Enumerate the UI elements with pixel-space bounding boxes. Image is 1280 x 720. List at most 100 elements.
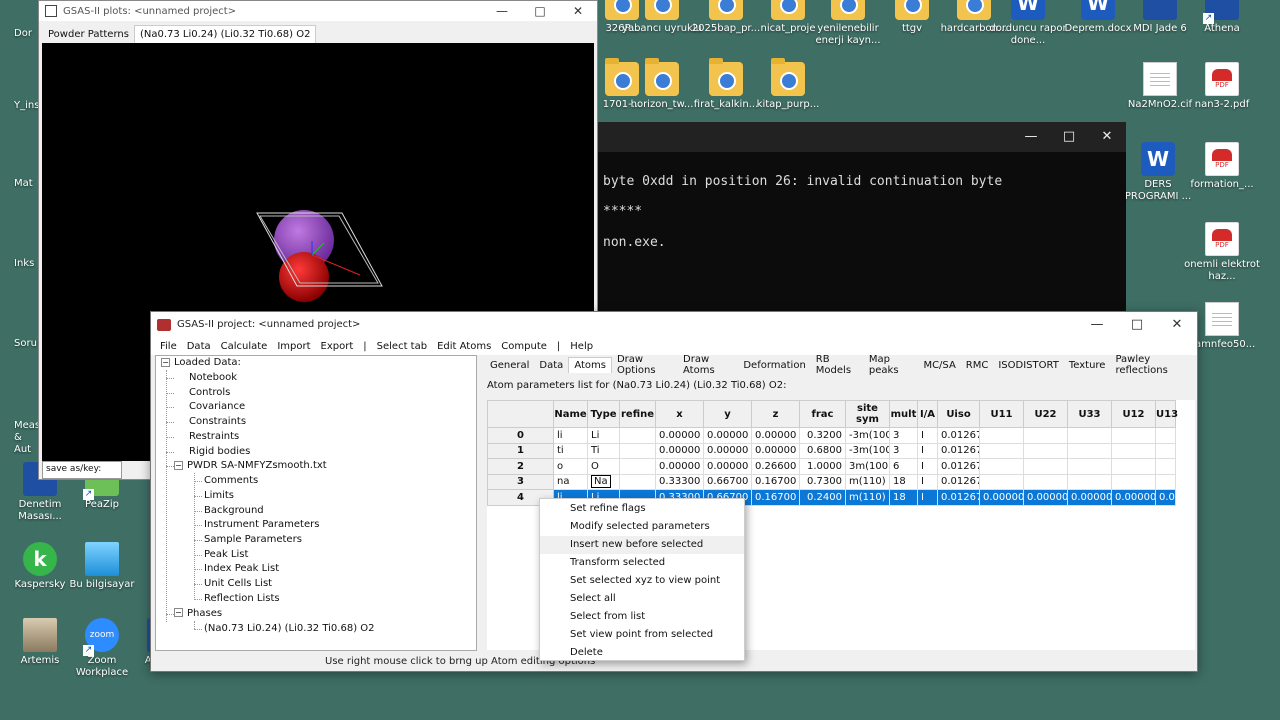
context-menu-item[interactable]: Transform selected [540, 554, 744, 572]
tree-item-phases[interactable]: − Phases [174, 607, 222, 621]
grid-cell[interactable]: 3m(100) [845, 458, 890, 475]
grid-cell[interactable]: 0.00000 [703, 442, 752, 459]
console-titlebar[interactable]: — □ ✕ [598, 122, 1126, 152]
row-header[interactable]: 2 [487, 458, 554, 475]
grid-cell[interactable] [1067, 442, 1112, 459]
save-as-key-field[interactable]: save as/key: [42, 461, 122, 479]
grid-cell[interactable]: I [917, 427, 938, 444]
tree-item[interactable]: Reflection Lists [204, 592, 280, 606]
row-header[interactable]: 3 [487, 473, 554, 490]
grid-cell[interactable]: 0.7300 [799, 473, 846, 490]
column-header[interactable]: I/A [917, 400, 938, 428]
grid-cell[interactable]: 0.00000 [703, 458, 752, 475]
grid-cell[interactable] [1023, 427, 1068, 444]
context-menu-item[interactable]: Set refine flags [540, 500, 744, 518]
grid-cell[interactable] [619, 442, 656, 459]
grid-cell[interactable]: 3 [889, 427, 918, 444]
grid-cell[interactable]: 18 [889, 489, 918, 506]
grid-cell[interactable]: 18 [889, 473, 918, 490]
maximize-button[interactable]: □ [1117, 317, 1157, 332]
table-row[interactable]: 3 na Na 0.33300 0.66700 0.16700 0.7300 m(110) 18… [487, 473, 1176, 490]
column-header[interactable]: frac [799, 400, 846, 428]
desktop-icon[interactable]: nan3-2.pdf [1182, 62, 1262, 111]
grid-cell[interactable]: 0.00000 [703, 427, 752, 444]
grid-cell[interactable] [1155, 473, 1176, 490]
grid-cell[interactable]: Na [587, 473, 620, 490]
context-menu-item[interactable]: Select from list [540, 608, 744, 626]
console-window[interactable]: — □ ✕ byte 0xdd in position 26: invalid … [598, 122, 1126, 317]
grid-cell[interactable] [979, 427, 1024, 444]
cell-editor-input[interactable]: Na [591, 475, 611, 489]
close-button[interactable]: ✕ [559, 4, 597, 18]
desktop-icon[interactable]: Athena [1182, 0, 1262, 35]
tab-texture[interactable]: Texture [1064, 358, 1111, 373]
table-row[interactable]: 1tiTi0.000000.000000.000000.6800-3m(100)… [487, 442, 1176, 459]
grid-cell[interactable]: 0.0 [1155, 489, 1176, 506]
menu-select-tab[interactable]: Select tab [372, 341, 432, 352]
grid-cell[interactable] [1067, 427, 1112, 444]
grid-cell[interactable]: 0.01267 [937, 458, 980, 475]
tab-data[interactable]: Data [534, 358, 568, 373]
tab-pawley-reflections[interactable]: Pawley reflections [1110, 352, 1195, 378]
close-button[interactable]: ✕ [1157, 317, 1197, 332]
grid-cell[interactable] [1155, 442, 1176, 459]
grid-cell[interactable]: na [553, 473, 588, 490]
grid-cell[interactable]: m(110) [845, 489, 890, 506]
context-menu-item[interactable]: Set view point from selected [540, 626, 744, 644]
grid-cell[interactable] [979, 442, 1024, 459]
column-header[interactable]: mult [889, 400, 918, 428]
grid-cell[interactable]: 0.00000 [1111, 489, 1156, 506]
grid-cell[interactable]: I [917, 473, 938, 490]
minimize-button[interactable]: — [483, 4, 521, 18]
column-header[interactable]: site sym [845, 400, 890, 428]
desktop-icon[interactable]: formation_... [1182, 142, 1262, 191]
desktop-icon[interactable]: onemli elektrot haz... [1182, 222, 1262, 283]
grid-cell[interactable]: 0.26600 [751, 458, 800, 475]
collapse-toggle-icon[interactable]: − [174, 460, 183, 470]
column-header[interactable]: Type [587, 400, 620, 428]
grid-cell[interactable]: 0.3200 [799, 427, 846, 444]
tab-map-peaks[interactable]: Map peaks [864, 352, 919, 378]
collapse-toggle-icon[interactable]: − [161, 357, 170, 367]
plots-titlebar[interactable]: GSAS-II plots: <unnamed project> — □ ✕ [39, 1, 597, 21]
grid-cell[interactable]: 1.0000 [799, 458, 846, 475]
grid-cell[interactable] [1111, 458, 1156, 475]
grid-cell[interactable]: 0.00000 [751, 427, 800, 444]
table-row[interactable]: 0liLi0.000000.000000.000000.3200-3m(100)… [487, 427, 1176, 444]
grid-cell[interactable]: 0.33300 [655, 473, 704, 490]
context-menu-item[interactable]: Set selected xyz to view point [540, 572, 744, 590]
tree-item[interactable]: Constraints [189, 415, 246, 429]
menu-edit-atoms[interactable]: Edit Atoms [432, 341, 496, 352]
grid-corner[interactable] [487, 400, 554, 428]
column-header[interactable]: U12 [1111, 400, 1156, 428]
gsas-titlebar[interactable]: GSAS-II project: <unnamed project> — □ ✕ [151, 312, 1197, 337]
column-header[interactable]: x [655, 400, 704, 428]
grid-cell[interactable]: 0.01267 [937, 442, 980, 459]
grid-cell[interactable]: 0.00000 [1023, 489, 1068, 506]
grid-cell[interactable]: 0.00000 [751, 442, 800, 459]
tree-item[interactable]: Covariance [189, 400, 245, 414]
context-menu-item[interactable]: Select all [540, 590, 744, 608]
column-header[interactable]: Name [553, 400, 588, 428]
grid-cell[interactable]: I [917, 489, 938, 506]
grid-cell[interactable]: ti [553, 442, 588, 459]
grid-cell[interactable]: 6 [889, 458, 918, 475]
grid-cell[interactable] [1023, 473, 1068, 490]
grid-cell[interactable]: 0.01267 [937, 489, 980, 506]
grid-cell[interactable]: 0.01267 [937, 473, 980, 490]
grid-cell[interactable] [1155, 427, 1176, 444]
tab-mc-sa[interactable]: MC/SA [918, 358, 960, 373]
grid-cell[interactable]: Li [587, 427, 620, 444]
grid-cell[interactable]: 0.00000 [655, 458, 704, 475]
grid-cell[interactable] [1067, 458, 1112, 475]
grid-cell[interactable]: li [553, 427, 588, 444]
tab-rb-models[interactable]: RB Models [811, 352, 864, 378]
tree-item[interactable]: Index Peak List [204, 562, 279, 576]
menu-calculate[interactable]: Calculate [216, 341, 273, 352]
column-header[interactable]: Uiso [937, 400, 980, 428]
column-header[interactable]: U13 [1155, 400, 1178, 428]
grid-cell[interactable]: 0.16700 [751, 489, 800, 506]
grid-cell[interactable] [1111, 473, 1156, 490]
tab-isodistort[interactable]: ISODISTORT [993, 358, 1063, 373]
grid-cell[interactable]: I [917, 458, 938, 475]
